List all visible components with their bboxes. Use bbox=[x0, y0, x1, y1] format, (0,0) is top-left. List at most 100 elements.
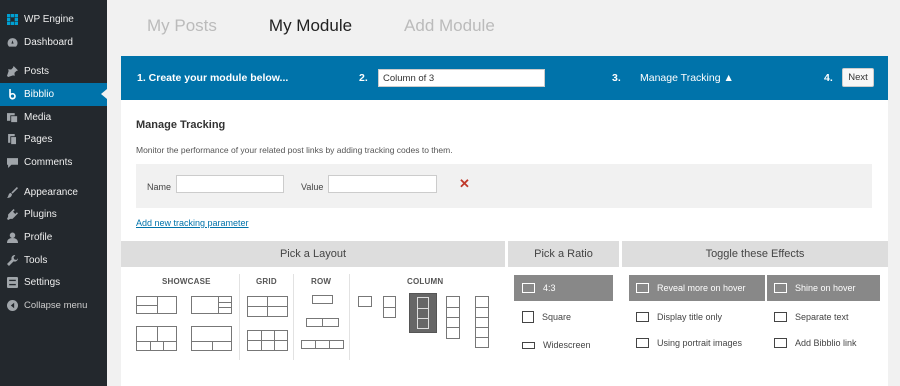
effect-using-portrait-images[interactable]: Using portrait images bbox=[629, 330, 765, 356]
layout-column-1[interactable] bbox=[358, 296, 372, 307]
sidebar-item-collapse[interactable]: Collapse menu bbox=[0, 294, 107, 317]
sidebar-item-label: Appearance bbox=[24, 186, 78, 198]
media-icon bbox=[7, 112, 18, 123]
ratio-option-widescreen[interactable]: Widescreen bbox=[514, 332, 613, 358]
tracking-parameter-row: Name Value ✕ bbox=[136, 164, 872, 208]
shine-icon bbox=[774, 283, 787, 293]
effect-reveal-more-on-hover[interactable]: Reveal more on hover bbox=[629, 275, 765, 301]
sidebar-item-tools[interactable]: Tools bbox=[0, 249, 107, 272]
layout-column-5[interactable] bbox=[475, 296, 489, 348]
divider bbox=[239, 274, 240, 360]
effect-shine-on-hover[interactable]: Shine on hover bbox=[767, 275, 880, 301]
sidebar-item-appearance[interactable]: Appearance bbox=[0, 181, 107, 204]
module-options: Pick a Layout SHOWCASE GRID ROW COLUMN P… bbox=[121, 241, 888, 366]
layout-group-grid: GRID bbox=[256, 277, 277, 286]
layout-row-3[interactable] bbox=[301, 340, 344, 349]
effects-panel-title: Toggle these Effects bbox=[622, 241, 888, 267]
add-tracking-parameter-link[interactable]: Add new tracking parameter bbox=[136, 218, 249, 228]
tab-my-module[interactable]: My Module bbox=[269, 16, 352, 36]
sidebar-item-label: Media bbox=[24, 111, 52, 123]
sidebar-item-label: Tools bbox=[24, 254, 48, 266]
tracking-name-input[interactable] bbox=[176, 175, 284, 193]
tab-my-posts[interactable]: My Posts bbox=[147, 16, 217, 36]
layout-group-showcase: SHOWCASE bbox=[162, 277, 211, 286]
sidebar-item-dashboard[interactable]: Dashboard bbox=[0, 31, 107, 54]
effects-panel: Toggle these Effects Reveal more on hove… bbox=[622, 241, 888, 366]
tracking-value-input[interactable] bbox=[328, 175, 437, 193]
effect-display-title-only[interactable]: Display title only bbox=[629, 304, 765, 330]
sidebar-item-posts[interactable]: Posts bbox=[0, 60, 107, 83]
ratio-option-label: 4:3 bbox=[543, 283, 556, 293]
layout-grid-2[interactable] bbox=[247, 330, 288, 351]
pin-icon bbox=[7, 66, 18, 78]
sidebar-item-label: Collapse menu bbox=[24, 300, 88, 312]
effect-add-bibblio-link[interactable]: Add Bibblio link bbox=[767, 330, 880, 356]
sidebar-item-label: Comments bbox=[24, 156, 73, 168]
divider bbox=[293, 274, 294, 360]
ratio-option-square[interactable]: Square bbox=[514, 304, 613, 330]
ratio-panel-title: Pick a Ratio bbox=[508, 241, 619, 267]
tab-add-module[interactable]: Add Module bbox=[404, 16, 495, 36]
name-label: Name bbox=[147, 182, 172, 192]
ratio-square-icon bbox=[522, 311, 534, 323]
layout-column-2[interactable] bbox=[383, 296, 396, 318]
next-button[interactable]: Next bbox=[842, 68, 874, 87]
sidebar-item-comments[interactable]: Comments bbox=[0, 151, 107, 174]
separate-text-icon bbox=[774, 312, 787, 322]
layout-showcase-4[interactable] bbox=[191, 326, 232, 351]
remove-parameter-icon[interactable]: ✕ bbox=[459, 176, 470, 192]
steps-bar: 1. Create your module below... 2. 3. Man… bbox=[121, 56, 888, 100]
manage-tracking-title: Manage Tracking bbox=[136, 119, 226, 131]
card-footer bbox=[121, 366, 888, 386]
user-icon bbox=[7, 232, 18, 244]
ratio-option-4-3[interactable]: 4:3 bbox=[514, 275, 613, 301]
layout-showcase-2[interactable] bbox=[191, 296, 232, 314]
layout-row-1[interactable] bbox=[312, 295, 333, 304]
sidebar-item-media[interactable]: Media bbox=[0, 106, 107, 129]
layout-panel-title: Pick a Layout bbox=[121, 241, 505, 267]
sidebar-item-pages[interactable]: Pages bbox=[0, 128, 107, 151]
sidebar-item-label: Bibblio bbox=[24, 88, 55, 100]
layout-column-3-selected[interactable] bbox=[409, 293, 437, 333]
title-only-icon bbox=[636, 312, 649, 322]
effect-separate-text[interactable]: Separate text bbox=[767, 304, 880, 330]
module-name-input[interactable] bbox=[378, 69, 545, 87]
layout-column-4[interactable] bbox=[446, 296, 460, 339]
ratio-option-label: Widescreen bbox=[543, 340, 591, 350]
ratio-panel: Pick a Ratio 4:3 Square Widescreen bbox=[508, 241, 619, 366]
dashboard-icon bbox=[7, 37, 18, 48]
sidebar-item-settings[interactable]: Settings bbox=[0, 272, 107, 295]
layout-showcase-1[interactable] bbox=[136, 296, 177, 314]
ratio-widescreen-icon bbox=[522, 341, 535, 349]
bibblio-link-icon bbox=[774, 338, 787, 348]
layout-row-2[interactable] bbox=[306, 318, 339, 327]
layout-group-column: COLUMN bbox=[407, 277, 444, 286]
portrait-images-icon bbox=[636, 338, 649, 348]
step-1-label: 1. Create your module below... bbox=[137, 72, 289, 84]
reveal-more-icon bbox=[636, 283, 649, 293]
sidebar-item-plugins[interactable]: Plugins bbox=[0, 204, 107, 227]
ratio-option-label: Square bbox=[542, 312, 572, 322]
ratio-4-3-icon bbox=[522, 283, 535, 293]
bibblio-icon bbox=[7, 88, 18, 100]
collapse-icon bbox=[7, 300, 18, 312]
sidebar-item-wp-engine[interactable]: WP Engine bbox=[0, 8, 107, 31]
layout-grid-1[interactable] bbox=[247, 296, 288, 317]
layout-panel: Pick a Layout SHOWCASE GRID ROW COLUMN bbox=[121, 241, 505, 366]
step-2-number: 2. bbox=[359, 72, 368, 84]
sidebar-item-label: Plugins bbox=[24, 209, 57, 221]
sidebar-item-label: Dashboard bbox=[24, 36, 73, 48]
sidebar-item-bibblio[interactable]: Bibblio bbox=[0, 83, 107, 106]
effect-label: Separate text bbox=[795, 312, 849, 322]
layout-group-row: ROW bbox=[311, 277, 332, 286]
wp-engine-icon bbox=[7, 13, 18, 25]
sidebar-item-label: Posts bbox=[24, 66, 50, 78]
sidebar-item-profile[interactable]: Profile bbox=[0, 226, 107, 249]
sidebar-item-label: Pages bbox=[24, 134, 53, 146]
plugin-icon bbox=[7, 209, 18, 221]
layout-showcase-3[interactable] bbox=[136, 326, 177, 351]
comments-icon bbox=[7, 157, 18, 168]
manage-tracking-toggle[interactable]: Manage Tracking ▲ bbox=[640, 72, 734, 84]
step-4-number: 4. bbox=[824, 72, 833, 84]
sidebar-item-label: WP Engine bbox=[24, 13, 74, 25]
